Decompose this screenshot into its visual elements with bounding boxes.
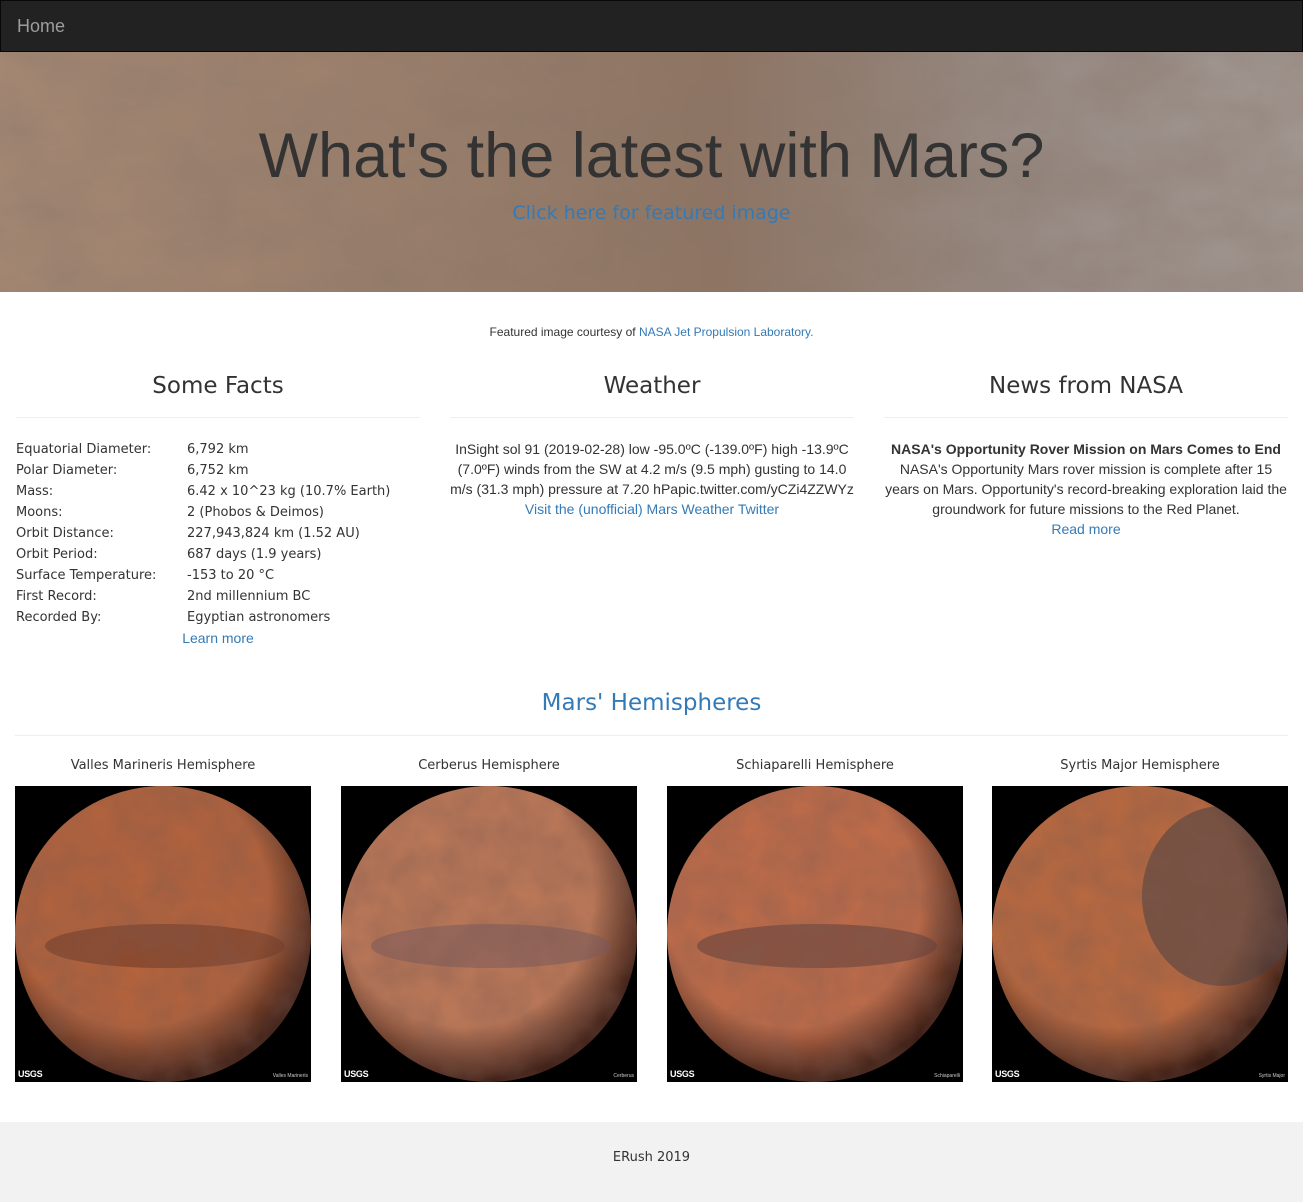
fact-value: -153 to 20 °C bbox=[187, 568, 275, 583]
usgs-logo: USGS bbox=[670, 1069, 695, 1079]
usgs-logo: USGS bbox=[995, 1069, 1020, 1079]
image-caption: Syrtis Major bbox=[1258, 1073, 1285, 1079]
navbar: Home bbox=[0, 0, 1303, 52]
hemisphere-title: Syrtis Major Hemisphere bbox=[1060, 758, 1220, 773]
hemisphere-image[interactable]: USGS Schiaparelli bbox=[667, 786, 963, 1082]
news-body: NASA's Opportunity Mars rover mission is… bbox=[885, 461, 1287, 517]
hemisphere-card[interactable]: Valles Marineris Hemisphere USGS Valles Ma… bbox=[15, 757, 311, 1082]
fact-label: Equatorial Diameter: bbox=[16, 442, 152, 457]
hemisphere-title: Schiaparelli Hemisphere bbox=[736, 758, 894, 773]
fact-value: 6,792 km bbox=[187, 442, 249, 457]
image-credit: Featured image courtesy of NASA Jet Prop… bbox=[0, 325, 1303, 339]
fact-label: Orbit Period: bbox=[16, 547, 98, 562]
fact-value: 6.42 x 10^23 kg (10.7% Earth) bbox=[187, 484, 391, 499]
news-article: NASA's Opportunity Rover Mission on Mars… bbox=[884, 439, 1288, 539]
facts-section: Some Facts Equatorial Diameter: 6,792 km P… bbox=[16, 370, 420, 649]
mars-globe-image bbox=[992, 786, 1288, 1082]
fact-row: Mass: 6.42 x 10^23 kg (10.7% Earth) bbox=[16, 481, 420, 502]
hemisphere-image[interactable]: USGS Valles Marineris bbox=[15, 786, 311, 1082]
hemispheres-heading: Mars' Hemispheres bbox=[541, 690, 762, 716]
hemisphere-title: Valles Marineris Hemisphere bbox=[70, 758, 256, 773]
mars-globe-image bbox=[15, 786, 311, 1082]
news-read-more-link[interactable]: Read more bbox=[1051, 521, 1120, 537]
hemisphere-title: Cerberus Hemisphere bbox=[418, 758, 560, 773]
home-link[interactable]: Home bbox=[17, 15, 65, 37]
image-caption: Schiaparelli bbox=[934, 1073, 960, 1079]
fact-label: Polar Diameter: bbox=[16, 463, 118, 478]
fact-row: Orbit Distance: 227,943,824 km (1.52 AU) bbox=[16, 523, 420, 544]
weather-section: Weather InSight sol 91 (2019-02-28) low … bbox=[450, 370, 854, 519]
fact-label: Moons: bbox=[16, 505, 63, 520]
mars-globe-image bbox=[667, 786, 963, 1082]
divider bbox=[884, 417, 1288, 418]
fact-label: First Record: bbox=[16, 589, 97, 604]
mars-globe-image bbox=[341, 786, 637, 1082]
divider bbox=[15, 735, 1288, 736]
image-caption: Valles Marineris bbox=[272, 1073, 308, 1079]
hemisphere-card[interactable]: Cerberus Hemisphere USGS Cerberus bbox=[341, 757, 637, 1082]
weather-twitter-link[interactable]: Visit the (unofficial) Mars Weather Twit… bbox=[525, 501, 779, 517]
credit-prefix: Featured image courtesy of bbox=[489, 325, 639, 339]
news-heading: News from NASA bbox=[989, 373, 1183, 399]
fact-value: 687 days (1.9 years) bbox=[187, 547, 322, 562]
fact-label: Surface Temperature: bbox=[16, 568, 157, 583]
facts-table: Equatorial Diameter: 6,792 km Polar Diamet… bbox=[16, 439, 420, 628]
weather-report: InSight sol 91 (2019-02-28) low -95.0ºC … bbox=[450, 439, 854, 519]
facts-learn-more-link[interactable]: Learn more bbox=[16, 628, 420, 649]
fact-value: 6,752 km bbox=[187, 463, 249, 478]
fact-row: Orbit Period: 687 days (1.9 years) bbox=[16, 544, 420, 565]
fact-value: 2nd millennium BC bbox=[187, 589, 311, 604]
hemisphere-image[interactable]: USGS Cerberus bbox=[341, 786, 637, 1082]
divider bbox=[16, 417, 420, 418]
weather-heading: Weather bbox=[603, 373, 701, 399]
hemisphere-card[interactable]: Schiaparelli Hemisphere USGS Schiaparelli bbox=[667, 757, 963, 1082]
fact-row: Polar Diameter: 6,752 km bbox=[16, 460, 420, 481]
fact-row: First Record: 2nd millennium BC bbox=[16, 586, 420, 607]
fact-label: Mass: bbox=[16, 484, 54, 499]
fact-label: Orbit Distance: bbox=[16, 526, 114, 541]
fact-label: Recorded By: bbox=[16, 610, 102, 625]
footer-text: ERush 2019 bbox=[612, 1150, 691, 1165]
weather-text: InSight sol 91 (2019-02-28) low -95.0ºC … bbox=[450, 441, 854, 497]
divider bbox=[450, 417, 854, 418]
featured-image-link[interactable]: Click here for featured image bbox=[0, 202, 1303, 224]
usgs-logo: USGS bbox=[344, 1069, 369, 1079]
image-caption: Cerberus bbox=[613, 1073, 634, 1079]
fact-row: Equatorial Diameter: 6,792 km bbox=[16, 439, 420, 460]
hero-banner: What's the latest with Mars? Click here … bbox=[0, 52, 1303, 292]
footer: ERush 2019 bbox=[0, 1122, 1303, 1202]
fact-value: Egyptian astronomers bbox=[187, 610, 331, 625]
usgs-logo: USGS bbox=[18, 1069, 43, 1079]
fact-value: 2 (Phobos & Deimos) bbox=[187, 505, 324, 520]
jpl-link[interactable]: NASA Jet Propulsion Laboratory. bbox=[639, 325, 814, 339]
hemisphere-card[interactable]: Syrtis Major Hemisphere USGS Syrtis Major bbox=[992, 757, 1288, 1082]
hemisphere-image[interactable]: USGS Syrtis Major bbox=[992, 786, 1288, 1082]
fact-row: Moons: 2 (Phobos & Deimos) bbox=[16, 502, 420, 523]
fact-value: 227,943,824 km (1.52 AU) bbox=[187, 526, 360, 541]
fact-row: Recorded By: Egyptian astronomers bbox=[16, 607, 420, 628]
news-title: NASA's Opportunity Rover Mission on Mars… bbox=[891, 441, 1281, 457]
facts-heading: Some Facts bbox=[152, 373, 284, 399]
fact-row: Surface Temperature: -153 to 20 °C bbox=[16, 565, 420, 586]
news-section: News from NASA NASA's Opportunity Rover … bbox=[884, 370, 1288, 539]
hero-title: What's the latest with Mars? bbox=[258, 121, 1045, 191]
